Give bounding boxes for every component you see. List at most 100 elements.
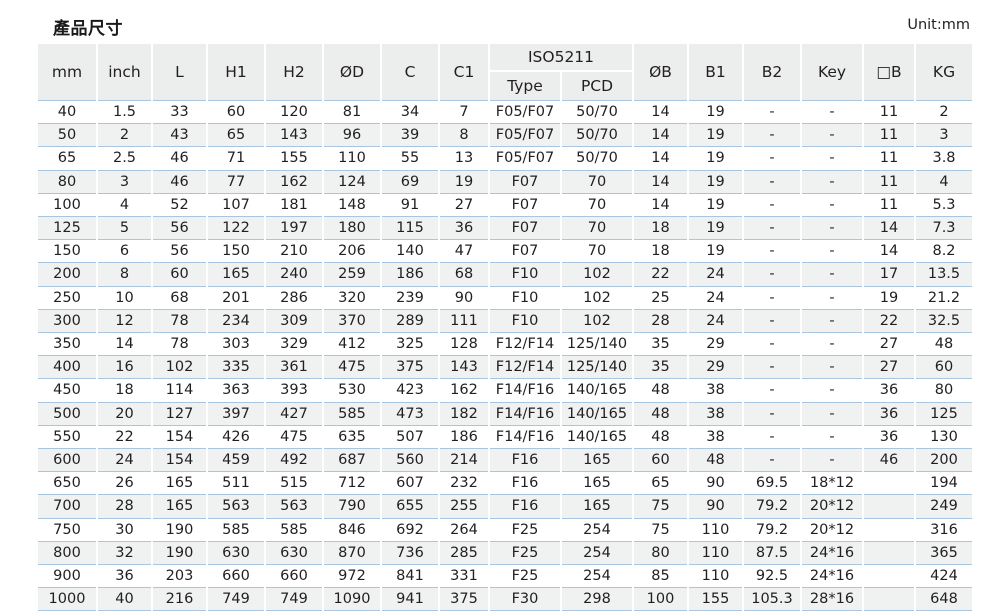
cell-c: 325 — [381, 332, 440, 356]
cell-mm: 40 — [38, 99, 98, 124]
cell-pcd: 140/165 — [561, 424, 634, 449]
cell-b2: 87.5 — [743, 540, 802, 565]
cell-mm: 550 — [38, 424, 98, 449]
cell-b2: - — [743, 192, 802, 217]
cell-c: 186 — [381, 262, 440, 287]
cell-b1: 38 — [688, 378, 744, 403]
header-cell-kg: KG — [915, 44, 972, 101]
cell-key: - — [801, 239, 864, 263]
cell-b1: 90 — [688, 471, 744, 495]
cell-mm: 150 — [38, 239, 98, 263]
cell-key: 24*16 — [801, 540, 864, 565]
cell-c: 239 — [381, 285, 440, 310]
cell-kg: 424 — [915, 564, 972, 588]
cell-b2: - — [743, 448, 802, 472]
cell-ob: 75 — [633, 517, 689, 542]
cell-c1: 331 — [439, 564, 490, 588]
table-row: 65 2.5 46 71 155 110 55 13 F05/F07 50/70 14 19- -11 3… — [38, 146, 972, 171]
cell-od: 1090 — [323, 587, 382, 611]
cell-b1: 29 — [688, 355, 744, 379]
table-header: mm inch L H1 H2 ØD C C1 ISO5211 ØB B1 B2… — [38, 44, 972, 101]
cell-h2: 309 — [265, 308, 324, 333]
header-cell-b1: B1 — [688, 44, 744, 101]
cell-inch: 40 — [97, 587, 153, 611]
cell-key: - — [801, 332, 864, 356]
cell-b2: 79.2 — [743, 517, 802, 542]
cell-inch: 4 — [97, 192, 153, 217]
cell-b2: - — [743, 99, 802, 124]
cell-pcd: 254 — [561, 517, 634, 542]
cell-key: - — [801, 448, 864, 472]
table-row: 650 26 165 511 515 712 607 232 F16 165 65 90 69.5 18*… — [38, 471, 972, 495]
cell-type: F05/F07 — [489, 146, 562, 171]
cell-c1: 128 — [439, 332, 490, 356]
cell-ob: 28 — [633, 308, 689, 333]
cell-key: 24*16 — [801, 564, 864, 588]
cell-ob: 25 — [633, 285, 689, 310]
cell-l: 33 — [152, 99, 208, 124]
cell-mm: 400 — [38, 355, 98, 379]
cell-c: 473 — [381, 401, 440, 426]
cell-ob: 48 — [633, 401, 689, 426]
cell-c: 507 — [381, 424, 440, 449]
cell-mm: 650 — [38, 471, 98, 495]
header-cell-ob: ØB — [633, 44, 689, 101]
cell-sqb: 36 — [863, 424, 916, 449]
cell-l: 68 — [152, 285, 208, 310]
cell-b2: - — [743, 216, 802, 240]
cell-b2: - — [743, 123, 802, 147]
table-row: 100 4 52 107 181 148 91 27 F07 70 14 19- -11 5.3 — [38, 192, 972, 217]
cell-key: - — [801, 285, 864, 310]
cell-c: 140 — [381, 239, 440, 263]
cell-mm: 750 — [38, 517, 98, 542]
cell-mm: 300 — [38, 308, 98, 333]
cell-inch: 10 — [97, 285, 153, 310]
cell-b1: 110 — [688, 517, 744, 542]
header-cell-key: Key — [801, 44, 864, 101]
header-cell-h1: H1 — [207, 44, 266, 101]
cell-kg: 5.3 — [915, 192, 972, 217]
cell-l: 165 — [152, 494, 208, 519]
cell-b1: 24 — [688, 262, 744, 287]
cell-b2: - — [743, 285, 802, 310]
cell-pcd: 70 — [561, 239, 634, 263]
cell-kg: 125 — [915, 401, 972, 426]
cell-c1: 47 — [439, 239, 490, 263]
cell-l: 154 — [152, 424, 208, 449]
cell-b1: 38 — [688, 401, 744, 426]
cell-h2: 210 — [265, 239, 324, 263]
cell-mm: 1000 — [38, 587, 98, 611]
cell-h2: 492 — [265, 448, 324, 472]
cell-c1: 255 — [439, 494, 490, 519]
cell-kg: 21.2 — [915, 285, 972, 310]
header-cell-od: ØD — [323, 44, 382, 101]
cell-mm: 500 — [38, 401, 98, 426]
cell-key: - — [801, 169, 864, 194]
cell-sqb: 36 — [863, 401, 916, 426]
cell-l: 114 — [152, 378, 208, 403]
cell-b1: 110 — [688, 564, 744, 588]
cell-ob: 14 — [633, 146, 689, 171]
cell-h2: 329 — [265, 332, 324, 356]
cell-sqb: 11 — [863, 146, 916, 171]
cell-inch: 36 — [97, 564, 153, 588]
cell-key: - — [801, 401, 864, 426]
cell-h1: 150 — [207, 239, 266, 263]
cell-sqb: 14 — [863, 216, 916, 240]
header-cell-inch: inch — [97, 44, 153, 101]
cell-h1: 660 — [207, 564, 266, 588]
cell-h1: 201 — [207, 285, 266, 310]
cell-h1: 426 — [207, 424, 266, 449]
cell-key: 20*12 — [801, 494, 864, 519]
cell-kg: 48 — [915, 332, 972, 356]
cell-type: F30 — [489, 587, 562, 611]
cell-b2: - — [743, 355, 802, 379]
header-cell-square-b: □B — [863, 44, 916, 101]
cell-l: 56 — [152, 216, 208, 240]
cell-h2: 660 — [265, 564, 324, 588]
cell-type: F05/F07 — [489, 99, 562, 124]
cell-kg: 7.3 — [915, 216, 972, 240]
cell-c1: 27 — [439, 192, 490, 217]
cell-h1: 107 — [207, 192, 266, 217]
cell-h1: 77 — [207, 169, 266, 194]
